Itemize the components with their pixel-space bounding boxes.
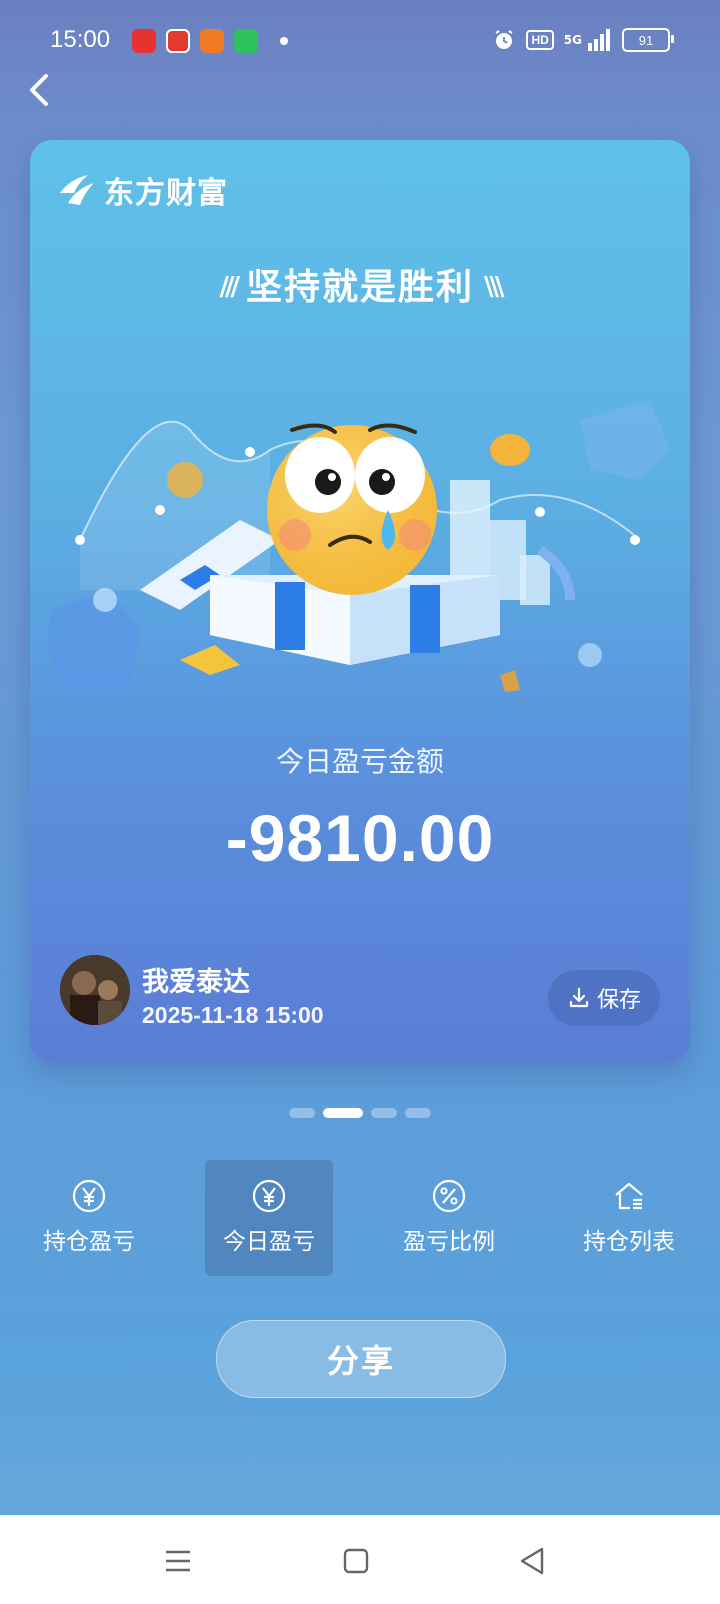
avatar <box>60 955 130 1025</box>
app-icon <box>132 29 156 53</box>
user-name: 我爱泰达 <box>142 967 250 998</box>
pnl-value: -9810.00 <box>225 801 495 875</box>
back-button[interactable] <box>22 70 62 112</box>
app-icon <box>200 29 224 53</box>
timestamp: 2025-11-18 15:00 <box>142 1002 324 1028</box>
alarm-icon <box>495 30 514 49</box>
home-list-icon <box>615 1182 643 1210</box>
network-type: 5G <box>563 33 582 47</box>
battery-level: 91 <box>638 32 654 48</box>
app-icon <box>166 29 190 53</box>
tab-position-list[interactable]: 持仓列表 <box>565 1160 693 1276</box>
yen-circle-icon <box>72 1179 106 1213</box>
avatar-image <box>60 955 130 1025</box>
share-button[interactable]: 分享 <box>216 1320 506 1398</box>
slogan: /// 坚持就是胜利 \\\ <box>30 258 690 310</box>
brand-logo: 东方财富 <box>58 168 228 212</box>
tab-label: 今日盈亏 <box>223 1229 315 1255</box>
tab-label: 持仓盈亏 <box>43 1229 135 1255</box>
percent-circle-icon <box>432 1179 466 1213</box>
save-button[interactable]: 保存 <box>548 970 660 1026</box>
page-dot[interactable] <box>371 1108 397 1118</box>
share-type-tabs: 持仓盈亏 今日盈亏 盈亏比例 持仓列表 <box>0 1160 720 1278</box>
home-icon[interactable] <box>336 1541 376 1581</box>
more-notifications-dot <box>280 37 288 45</box>
slogan-decoration-left: /// <box>219 272 239 302</box>
tab-today-pnl[interactable]: 今日盈亏 <box>205 1160 333 1276</box>
share-card: 东方财富 /// 坚持就是胜利 \\\ 今日盈亏金额 -9810.00 我爱泰达 … <box>30 140 690 1062</box>
status-bar: 15:00 HD 5G 91 <box>0 0 720 80</box>
brand-name: 东方财富 <box>104 176 228 211</box>
tab-label: 盈亏比例 <box>403 1229 495 1255</box>
tab-label: 持仓列表 <box>583 1229 675 1255</box>
status-indicators: HD 5G 91 <box>492 28 674 52</box>
tab-position-pnl[interactable]: 持仓盈亏 <box>25 1160 153 1276</box>
status-time: 15:00 <box>50 26 111 53</box>
system-navigation-bar <box>0 1515 720 1604</box>
page-indicator <box>0 1108 720 1118</box>
hd-badge: HD <box>526 30 554 50</box>
yen-circle-icon <box>252 1179 286 1213</box>
page-dot[interactable] <box>405 1108 431 1118</box>
tab-pnl-ratio[interactable]: 盈亏比例 <box>385 1160 513 1276</box>
battery-indicator: 91 <box>622 28 674 52</box>
back-nav-icon[interactable] <box>512 1541 552 1581</box>
notification-icons <box>132 29 288 53</box>
pnl-label: 今日盈亏金额 <box>275 745 444 778</box>
chevron-left-icon <box>30 74 48 106</box>
signal-icon <box>588 29 610 51</box>
phone-app-icon <box>234 29 258 53</box>
brand-logo-icon <box>60 175 94 205</box>
recent-apps-icon[interactable] <box>158 1541 198 1581</box>
sad-emoji-illustration <box>48 400 670 692</box>
download-icon <box>569 987 589 1008</box>
save-label: 保存 <box>596 988 641 1013</box>
page-dot-active[interactable] <box>323 1108 363 1118</box>
page-dot[interactable] <box>289 1108 315 1118</box>
slogan-text: 坚持就是胜利 <box>245 267 474 308</box>
slogan-decoration-right: \\\ <box>484 272 504 302</box>
